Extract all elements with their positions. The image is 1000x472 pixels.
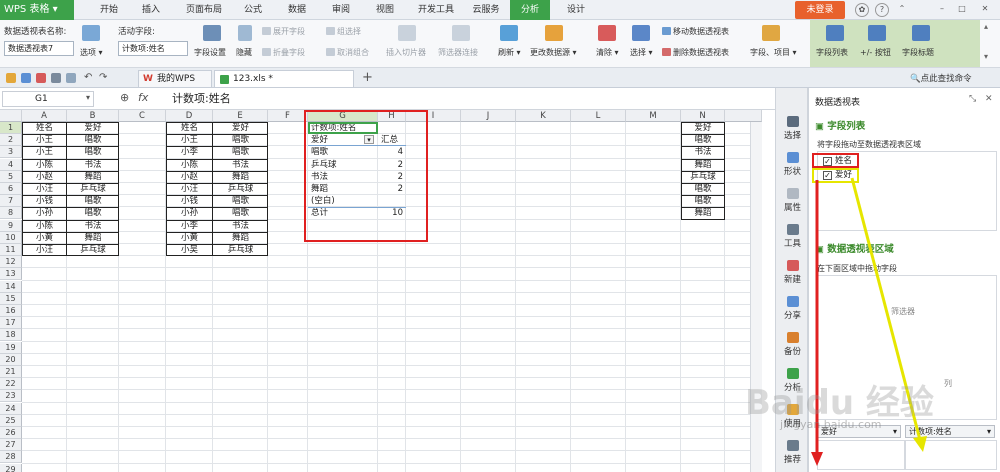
red-arrow-head: [811, 452, 823, 466]
watermark: Baidu 经验: [745, 383, 934, 423]
wps-spreadsheet-window: WPS 表格 ▾ 开始 插入 页面布局 公式 数据 审阅 视图 开发工具 云服务…: [0, 0, 1000, 472]
yellow-arrow-head: [913, 436, 927, 452]
watermark-url: jingyan.baidu.com: [780, 418, 882, 431]
